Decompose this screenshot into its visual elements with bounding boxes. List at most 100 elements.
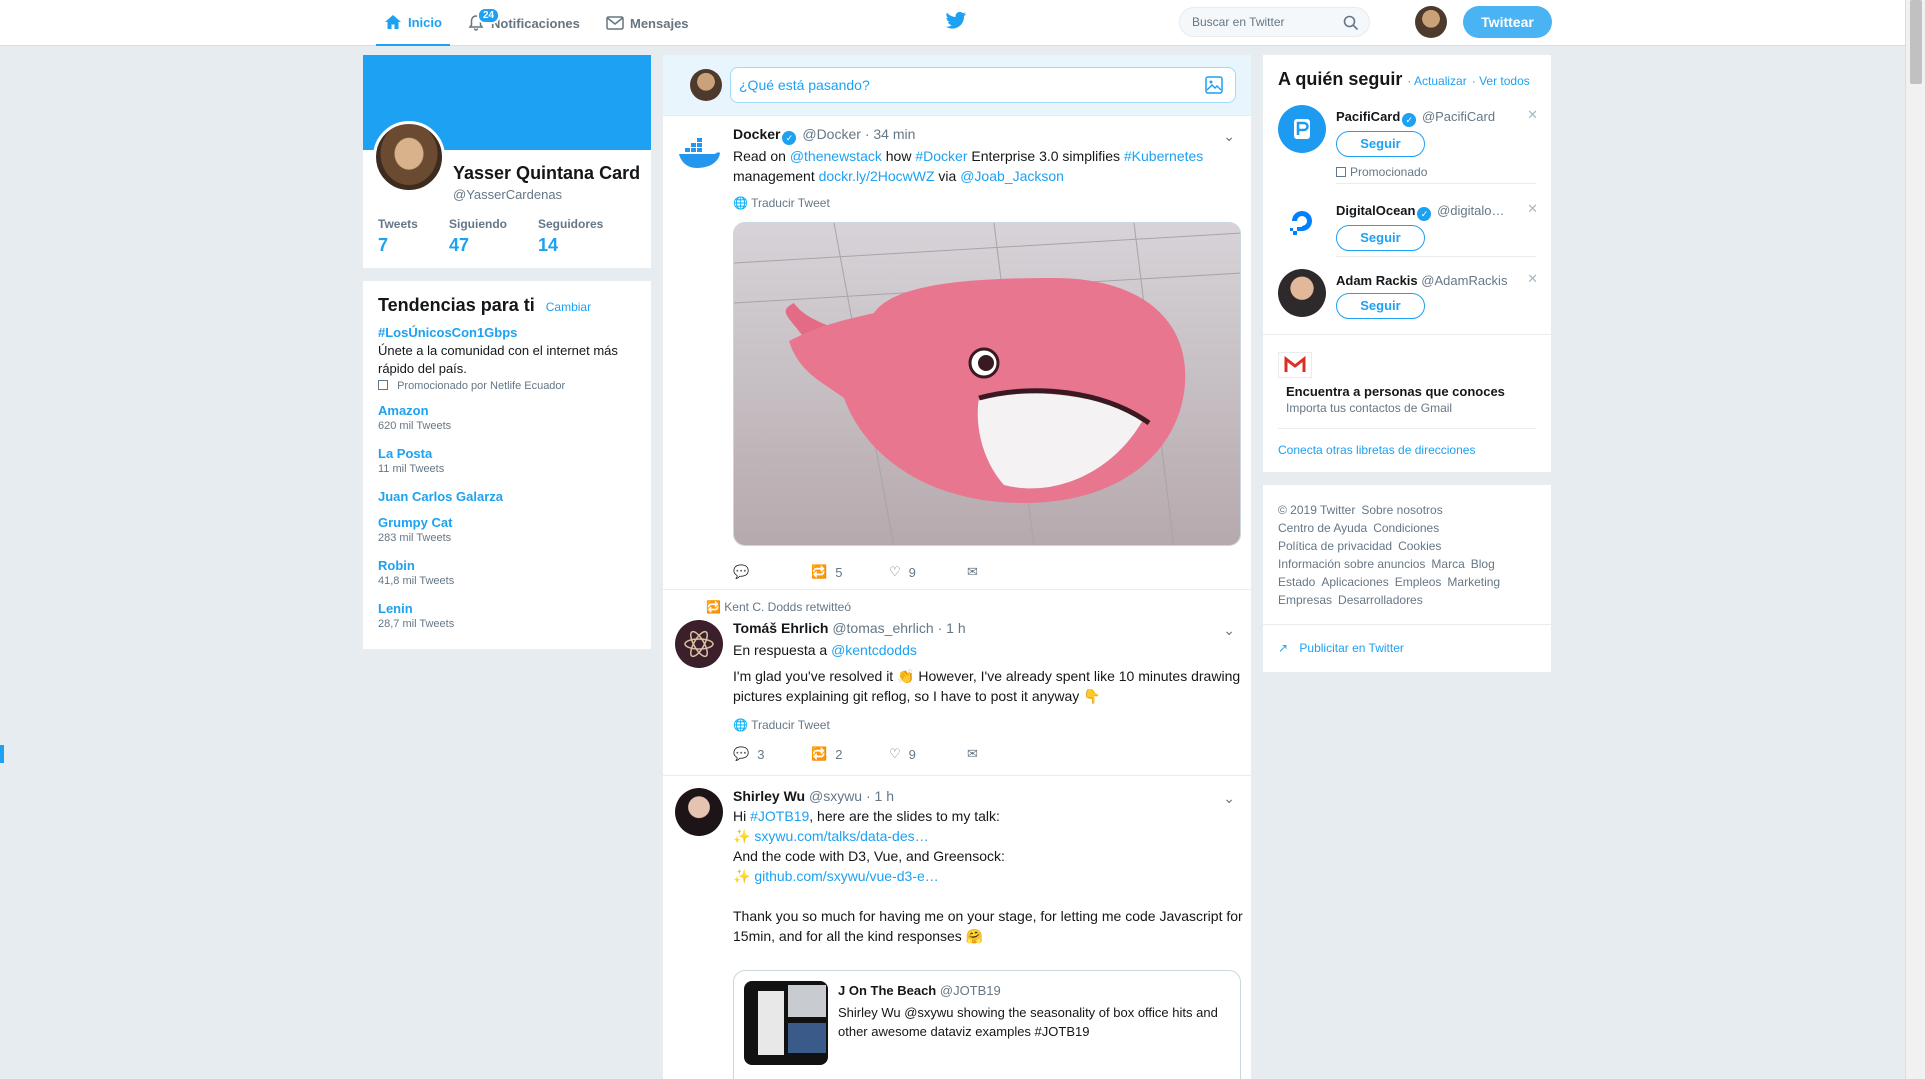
footer-link[interactable]: Sobre nosotros xyxy=(1361,503,1442,517)
footer-link[interactable]: Empresas xyxy=(1278,593,1332,607)
hashtag-link[interactable]: #Docker xyxy=(915,148,967,164)
suggestion-handle[interactable]: @AdamRackis xyxy=(1421,273,1507,288)
chevron-down-icon[interactable]: ⌄ xyxy=(1223,622,1235,639)
url-link[interactable]: github.com/sxywu/vue-d3-e… xyxy=(754,868,938,884)
url-link[interactable]: dockr.ly/2HocwWZ xyxy=(819,168,935,184)
retweeted-by[interactable]: 🔁 Kent C. Dodds retwitteó xyxy=(706,600,851,614)
like-button[interactable]: ♡ 9 xyxy=(889,746,967,762)
search-icon[interactable] xyxy=(1343,15,1359,31)
dismiss-icon[interactable]: ✕ xyxy=(1527,271,1538,287)
url-link[interactable]: sxywu.com/talks/data-des… xyxy=(754,828,928,844)
tweet-author-name[interactable]: Tomáš Ehrlich xyxy=(733,620,828,636)
trend-item[interactable]: Juan Carlos Galarza xyxy=(378,489,503,504)
twitter-bird-icon[interactable] xyxy=(945,11,967,31)
search-input[interactable]: Buscar en Twitter xyxy=(1179,7,1370,37)
follow-button[interactable]: Seguir xyxy=(1336,225,1425,251)
nav-messages[interactable]: Mensajes xyxy=(606,0,689,46)
retweet-button[interactable]: 🔁 5 xyxy=(811,564,889,580)
mention-link[interactable]: @Joab_Jackson xyxy=(960,168,1064,184)
profile-handle[interactable]: @YasserCardenas xyxy=(453,187,562,202)
tweet-time[interactable]: · 34 min xyxy=(865,126,916,142)
like-button[interactable]: ♡ 9 xyxy=(889,564,967,580)
translate-tweet[interactable]: 🌐 Traducir Tweet xyxy=(733,718,830,732)
translate-tweet[interactable]: 🌐 Traducir Tweet xyxy=(733,196,830,210)
tweet-author-handle[interactable]: @Docker xyxy=(802,126,861,142)
footer-link[interactable]: Blog xyxy=(1471,557,1495,571)
reply-button[interactable]: 💬 3 xyxy=(733,746,811,762)
follow-button[interactable]: Seguir xyxy=(1336,293,1425,319)
suggestion-handle[interactable]: @digitalo… xyxy=(1437,203,1504,218)
tweet-media-image[interactable] xyxy=(733,222,1241,546)
dismiss-icon[interactable]: ✕ xyxy=(1527,107,1538,123)
follow-suggestion[interactable]: Adam Rackis @AdamRackis ✕ Seguir xyxy=(1278,269,1538,333)
tweet-author-name[interactable]: Docker xyxy=(733,126,780,142)
suggestion-handle[interactable]: @PacifiCard xyxy=(1422,109,1495,124)
shirley-avatar[interactable] xyxy=(675,788,723,836)
trends-change-link[interactable]: Cambiar xyxy=(546,300,591,314)
image-upload-icon[interactable] xyxy=(1205,76,1223,94)
footer-link[interactable]: Estado xyxy=(1278,575,1315,589)
stat-following[interactable]: Siguiendo 47 xyxy=(449,217,507,256)
docker-avatar[interactable] xyxy=(675,128,723,176)
suggestion-display-name[interactable]: DigitalOcean xyxy=(1336,203,1415,218)
pacificard-avatar[interactable] xyxy=(1278,105,1326,153)
footer-link[interactable]: Empleos xyxy=(1395,575,1442,589)
hashtag-link[interactable]: #JOTB19 xyxy=(750,808,809,824)
footer-link[interactable]: Cookies xyxy=(1398,539,1441,553)
footer-link[interactable]: Aplicaciones xyxy=(1321,575,1388,589)
digitalocean-avatar[interactable] xyxy=(1278,197,1326,245)
suggestion-display-name[interactable]: PacifiCard xyxy=(1336,109,1400,124)
mention-link[interactable]: @thenewstack xyxy=(790,148,882,164)
tweet-shirley[interactable]: Shirley Wu @sxywu · 1 h ⌄ Hi #JOTB19, he… xyxy=(663,775,1251,1079)
nav-home[interactable]: Inicio xyxy=(376,0,450,46)
follow-suggestion[interactable]: PacifiCard ✓ @PacifiCard ✕ Seguir Promoci… xyxy=(1278,105,1538,185)
footer-link[interactable]: Condiciones xyxy=(1373,521,1439,535)
retweet-button[interactable]: 🔁 2 xyxy=(811,746,889,762)
tweet-author-handle[interactable]: @tomas_ehrlich xyxy=(832,620,933,636)
trend-item[interactable]: Lenin 28,7 mil Tweets xyxy=(378,601,454,630)
trend-item[interactable]: Robin 41,8 mil Tweets xyxy=(378,558,454,587)
scrollbar-thumb[interactable] xyxy=(1910,0,1922,84)
reply-button[interactable]: 💬 xyxy=(733,564,811,580)
profile-avatar[interactable] xyxy=(373,121,445,193)
compose-input[interactable]: ¿Qué está pasando? xyxy=(730,67,1236,103)
quoted-tweet[interactable]: J On The Beach @JOTB19 Shirley Wu @sxywu… xyxy=(733,970,1241,1079)
tweet-tomas[interactable]: 🔁 Kent C. Dodds retwitteó Tomáš Ehrlich … xyxy=(663,589,1251,775)
suggestion-display-name[interactable]: Adam Rackis xyxy=(1336,273,1418,288)
direct-message-button[interactable]: ✉ xyxy=(967,746,1045,762)
tweet-button[interactable]: Twittear xyxy=(1463,6,1552,38)
chevron-down-icon[interactable]: ⌄ xyxy=(1223,790,1235,807)
user-avatar[interactable] xyxy=(1415,6,1447,38)
tweet-docker[interactable]: Docker ✓ @Docker · 34 min ⌄ Read on @then… xyxy=(663,115,1251,589)
page-scrollbar[interactable] xyxy=(1905,0,1925,1079)
follow-suggestion[interactable]: DigitalOcean ✓ @digitalo… ✕ Seguir xyxy=(1278,197,1538,261)
tweet-author-name[interactable]: Shirley Wu xyxy=(733,788,805,804)
advertise-link[interactable]: ↗ Publicitar en Twitter xyxy=(1278,641,1404,655)
stat-followers[interactable]: Seguidores 14 xyxy=(538,217,603,256)
tweet-author-handle[interactable]: @sxywu xyxy=(809,788,862,804)
nav-notifications[interactable]: 24 Notificaciones xyxy=(465,0,580,46)
trend-item[interactable]: Amazon 620 mil Tweets xyxy=(378,403,451,432)
dismiss-icon[interactable]: ✕ xyxy=(1527,201,1538,217)
profile-name[interactable]: Yasser Quintana Card xyxy=(453,163,640,184)
stat-tweets[interactable]: Tweets 7 xyxy=(378,217,418,256)
footer-link[interactable]: Marketing xyxy=(1447,575,1500,589)
find-people[interactable]: Encuentra a personas que conoces Importa… xyxy=(1278,352,1536,415)
mention-link[interactable]: @kentcdodds xyxy=(831,642,917,658)
tweet-time[interactable]: · 1 h xyxy=(938,620,966,636)
footer-link[interactable]: Marca xyxy=(1431,557,1464,571)
footer-link[interactable]: Política de privacidad xyxy=(1278,539,1392,553)
tomas-avatar[interactable] xyxy=(675,620,723,668)
chevron-down-icon[interactable]: ⌄ xyxy=(1223,128,1235,145)
footer-link[interactable]: Información sobre anuncios xyxy=(1278,557,1425,571)
connect-address-books-link[interactable]: Conecta otras libretas de direcciones xyxy=(1278,443,1475,457)
follow-button[interactable]: Seguir xyxy=(1336,131,1425,157)
footer-link[interactable]: Centro de Ayuda xyxy=(1278,521,1367,535)
view-all-link[interactable]: · Ver todos xyxy=(1472,74,1530,88)
direct-message-button[interactable]: ✉ xyxy=(967,564,1045,580)
adam-avatar[interactable] xyxy=(1278,269,1326,317)
footer-link[interactable]: Desarrolladores xyxy=(1338,593,1423,607)
trend-item[interactable]: La Posta 11 mil Tweets xyxy=(378,446,444,475)
tweet-time[interactable]: · 1 h xyxy=(866,788,894,804)
trend-promoted[interactable]: #LosÚnicosCon1Gbps Únete a la comunidad … xyxy=(378,325,648,392)
